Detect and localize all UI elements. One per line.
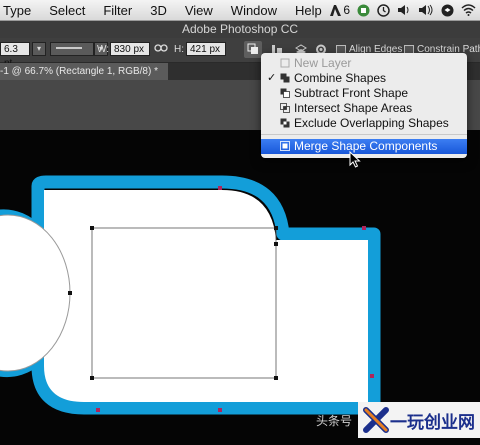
- width-label: W:: [97, 44, 110, 55]
- mute-icon[interactable]: [418, 4, 434, 16]
- stroke-width-field[interactable]: 6.3 pt: [0, 42, 30, 69]
- menu-view[interactable]: View: [176, 3, 222, 18]
- menu-item-new-layer: New Layer: [261, 56, 467, 71]
- adobe-count: 6: [343, 3, 350, 17]
- menu-item-subtract-front-shape[interactable]: Subtract Front Shape: [261, 86, 467, 101]
- exclude-shape-icon: [280, 118, 290, 128]
- rounded-shape-fill: [44, 190, 368, 402]
- menu-item-label: Combine Shapes: [294, 71, 387, 85]
- menu-item-label: Subtract Front Shape: [294, 86, 409, 100]
- sync-icon[interactable]: [377, 3, 390, 17]
- new-layer-icon: [280, 58, 290, 68]
- watermark-prefix: 头条号: [316, 414, 353, 428]
- evernote-icon[interactable]: [357, 4, 370, 17]
- menu-item-label: New Layer: [294, 56, 352, 70]
- mouse-cursor-icon: [349, 151, 361, 168]
- menu-help[interactable]: Help: [286, 3, 331, 18]
- menu-item-label: Exclude Overlapping Shapes: [294, 116, 449, 130]
- adobe-icon[interactable]: [330, 4, 342, 16]
- check-mark: ✓: [267, 72, 277, 84]
- stroke-type-picker[interactable]: [50, 42, 94, 56]
- intersect-shape-icon: [280, 103, 290, 113]
- menu-item-intersect-shape-areas[interactable]: Intersect Shape Areas: [261, 101, 467, 116]
- height-label: H:: [174, 44, 184, 55]
- document-tab[interactable]: -1 @ 66.7% (Rectangle 1, RGB/8) *: [0, 63, 168, 80]
- path-operations-menu: New Layer ✓ Combine Shapes Subtract Fron…: [261, 53, 467, 158]
- width-field[interactable]: 830 px: [110, 42, 150, 56]
- combine-shapes-icon: [280, 73, 290, 83]
- status-area: 6: [330, 0, 476, 20]
- canvas-area[interactable]: [0, 130, 480, 440]
- app-title-bar: Adobe Photoshop CC: [0, 21, 480, 38]
- stroke-line-icon: [56, 47, 82, 49]
- menu-select[interactable]: Select: [40, 3, 94, 18]
- dropbox-icon[interactable]: [441, 4, 454, 17]
- brand-logo-icon: [363, 407, 389, 433]
- height-field[interactable]: 421 px: [186, 42, 226, 56]
- wifi-icon[interactable]: [461, 4, 476, 16]
- window-title: Adobe Photoshop CC: [181, 22, 299, 36]
- volume-icon[interactable]: [397, 4, 411, 16]
- menu-item-merge-shape-components[interactable]: Merge Shape Components: [261, 139, 467, 154]
- menu-3d[interactable]: 3D: [141, 3, 176, 18]
- menu-item-label: Intersect Shape Areas: [294, 101, 413, 115]
- menu-window[interactable]: Window: [222, 3, 286, 18]
- merge-shape-icon: [280, 141, 290, 151]
- link-icon[interactable]: [154, 43, 168, 56]
- menu-type[interactable]: Type: [0, 3, 40, 18]
- menu-item-exclude-overlapping-shapes[interactable]: Exclude Overlapping Shapes: [261, 116, 467, 131]
- menu-separator: [261, 134, 467, 135]
- subtract-shape-icon: [280, 88, 290, 98]
- path-operations-icon: [247, 43, 258, 54]
- path-operations-button[interactable]: [244, 41, 262, 58]
- shape-artwork: [0, 175, 381, 415]
- menu-bar: Type Select Filter 3D View Window Help 6: [0, 0, 480, 21]
- menu-item-combine-shapes[interactable]: ✓ Combine Shapes: [261, 71, 467, 86]
- menu-filter[interactable]: Filter: [94, 3, 141, 18]
- watermark-brand: 一玩创业网: [390, 413, 475, 432]
- menu-item-label: Merge Shape Components: [294, 139, 438, 153]
- stroke-width-dropdown[interactable]: ▾: [32, 42, 46, 56]
